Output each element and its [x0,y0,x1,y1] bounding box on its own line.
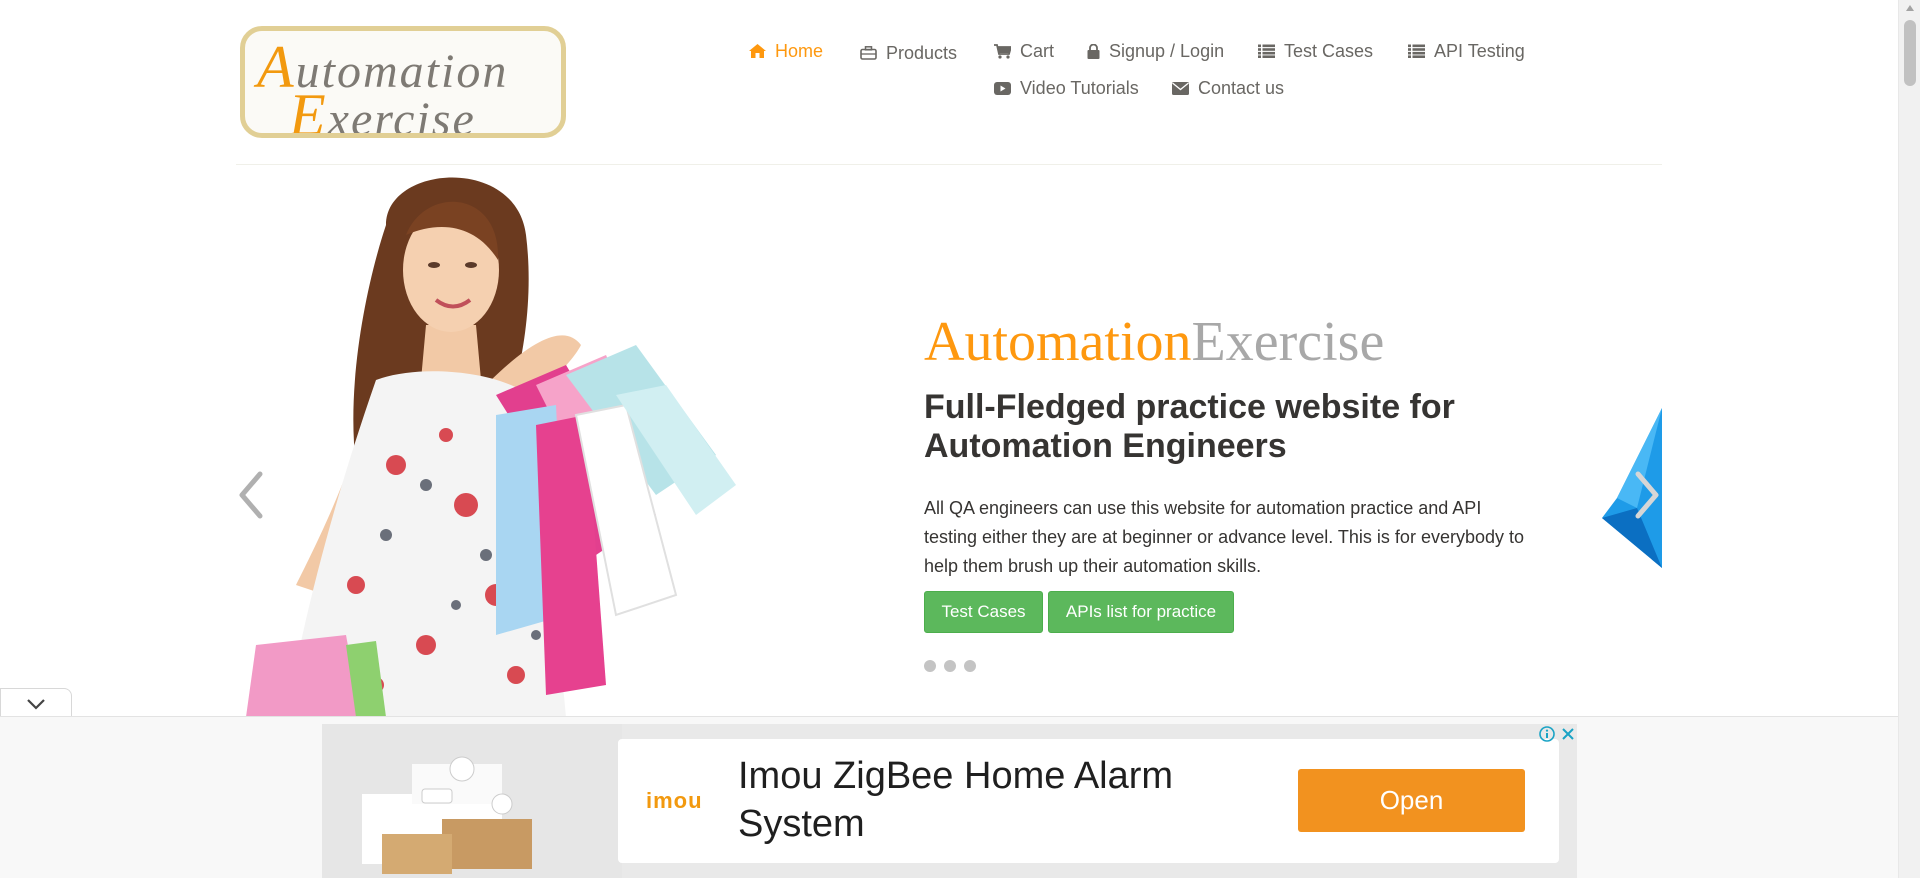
logo-line-2: Exercise [289,81,476,138]
nav-contact-us[interactable]: Contact us [1172,75,1284,101]
ad-open-button[interactable]: Open [1298,769,1525,832]
logo-initial-e: E [289,82,328,138]
hero-heading-line-1: Full-Fledged practice website for [924,388,1455,426]
carousel-indicators [924,660,976,672]
scroll-up-icon[interactable] [1905,4,1915,12]
nav-test-cases-label: Test Cases [1284,40,1374,61]
brand-automation: Automation [924,311,1192,373]
nav-cart[interactable]: Cart [994,38,1054,64]
ad-brand-logo: imou [646,788,703,813]
carousel-next-arrow[interactable] [1632,470,1662,520]
carousel-dot[interactable] [964,660,976,672]
carousel-prev-arrow[interactable] [236,470,266,520]
nav-api-testing[interactable]: API Testing [1408,38,1525,64]
nav-home-label: Home [775,40,824,61]
cart-icon [994,43,1011,59]
carousel-dot[interactable] [944,660,956,672]
envelope-icon [1172,81,1189,95]
hero-description: All QA engineers can use this website fo… [924,498,1525,576]
site-logo[interactable]: Automation Exercise [240,26,566,138]
scrollbar-thumb[interactable] [1904,20,1916,86]
hero-image [236,165,756,717]
brand-exercise: Exercise [1191,311,1385,373]
hero-heading: Full-Fledged practice website for Automa… [924,388,1564,466]
chevron-down-icon [27,698,45,710]
nav-home[interactable]: Home [749,38,823,64]
nav-products[interactable]: Products [860,40,957,66]
carousel-dot[interactable] [924,660,936,672]
home-icon [749,44,766,58]
youtube-icon [994,81,1011,95]
briefcase-icon [860,46,877,60]
nav-api-testing-label: API Testing [1434,40,1525,61]
ad-title[interactable]: Imou ZigBee Home Alarm System [738,752,1258,848]
hero-brand: AutomationExercise [924,310,1384,374]
hero-heading-line-2: Automation Engineers [924,427,1287,465]
nav-cart-label: Cart [1020,40,1055,61]
list-icon [1408,44,1425,58]
logo-rest-2: xercise [327,93,476,138]
apis-list-button[interactable]: APIs list for practice [1048,591,1234,633]
test-cases-button[interactable]: Test Cases [924,591,1043,633]
ad-collapse-button[interactable] [0,688,72,718]
lock-icon [1087,43,1100,59]
nav-signup-login-label: Signup / Login [1109,40,1225,61]
nav-video-tutorials[interactable]: Video Tutorials [994,75,1139,101]
ad-product-image [322,724,622,878]
nav-test-cases[interactable]: Test Cases [1258,38,1373,64]
vertical-scrollbar[interactable] [1898,0,1920,878]
ad-info-icon[interactable] [1539,726,1555,742]
nav-video-tutorials-label: Video Tutorials [1020,77,1139,98]
nav-signup-login[interactable]: Signup / Login [1087,38,1224,64]
nav-products-label: Products [886,42,958,63]
ad-close-icon[interactable] [1560,726,1576,742]
nav-contact-us-label: Contact us [1198,77,1285,98]
list-icon [1258,44,1275,58]
